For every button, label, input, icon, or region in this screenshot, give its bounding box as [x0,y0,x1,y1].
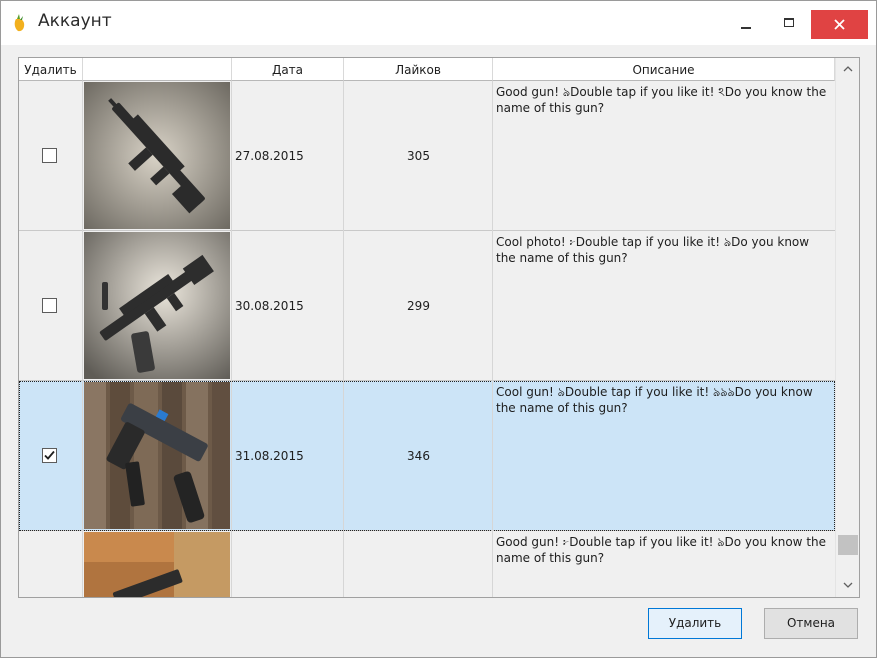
post-description: Cool gun! ঌDouble tap if you like it! ঌঌ… [496,385,813,415]
description-cell: Cool gun! ঌDouble tap if you like it! ঌঌ… [493,381,835,531]
post-likes: 346 [407,449,430,463]
minimize-icon [741,27,751,29]
post-date: 27.08.2015 [235,149,304,163]
post-description: Good gun! ঌDouble tap if you like it! ঽD… [496,85,827,115]
table-row[interactable]: 31.08.2015 346 Cool gun! ঌDouble tap if … [19,381,835,531]
column-header-likes[interactable]: Лайков [344,58,493,81]
minimize-button[interactable] [731,10,761,39]
likes-cell: 305 [344,81,493,231]
scroll-track[interactable] [836,80,859,574]
close-button[interactable] [811,10,868,39]
image-cell [83,381,232,531]
rifle-on-concrete-photo [84,82,230,229]
table-row[interactable]: 27.08.2015 305 Good gun! ঌDouble tap if … [19,81,835,231]
column-header-date[interactable]: Дата [232,58,344,81]
delete-cell [19,381,83,531]
scroll-down-button[interactable] [836,576,859,596]
checkmark-icon [44,450,55,460]
date-cell [232,531,344,597]
maximize-button[interactable] [774,10,804,39]
delete-checkbox[interactable] [42,148,57,163]
post-description: Good gun! ፦Double tap if you like it! ঌD… [496,535,827,565]
delete-button[interactable]: Удалить [648,608,742,639]
scroll-up-button[interactable] [836,60,859,80]
window-title: Аккаунт [38,11,112,31]
pistol-on-leather-photo [84,532,230,597]
maximize-icon [784,18,794,27]
date-cell: 27.08.2015 [232,81,344,231]
app-icon [12,13,26,33]
delete-cell [19,531,83,597]
pistol-on-wood-photo [84,382,230,529]
image-cell [83,531,232,597]
post-likes: 299 [407,299,430,313]
delete-checkbox[interactable] [42,448,57,463]
post-description: Cool photo! ፦Double tap if you like it! … [496,235,810,265]
post-date: 30.08.2015 [235,299,304,313]
chevron-down-icon [843,582,853,588]
grid-header: Удалить Дата Лайков Описание [19,58,835,81]
likes-cell: 346 [344,381,493,531]
image-cell [83,231,232,381]
description-cell: Good gun! ፦Double tap if you like it! ঌD… [493,531,835,597]
vertical-scrollbar[interactable] [835,58,859,597]
likes-cell [344,531,493,597]
close-icon [834,19,845,30]
date-cell: 31.08.2015 [232,381,344,531]
delete-cell [19,231,83,381]
account-window: Аккаунт Удалить Дата Лайков Описание 27.… [0,0,877,658]
likes-cell: 299 [344,231,493,381]
date-cell: 30.08.2015 [232,231,344,381]
chevron-up-icon [843,66,853,72]
column-header-image[interactable] [83,58,232,81]
delete-checkbox[interactable] [42,298,57,313]
cancel-button[interactable]: Отмена [764,608,858,639]
title-bar[interactable]: Аккаунт [1,1,876,45]
posts-grid[interactable]: Удалить Дата Лайков Описание 27.08.2015 … [18,57,860,598]
grid-rows: 27.08.2015 305 Good gun! ঌDouble tap if … [19,81,835,597]
scroll-thumb[interactable] [838,535,858,555]
column-header-description[interactable]: Описание [493,58,835,81]
rifle-with-suppressor-photo [84,232,230,379]
post-date: 31.08.2015 [235,449,304,463]
image-cell [83,81,232,231]
table-row[interactable]: Good gun! ፦Double tap if you like it! ঌD… [19,531,835,597]
table-row[interactable]: 30.08.2015 299 Cool photo! ፦Double tap i… [19,231,835,381]
column-header-delete[interactable]: Удалить [19,58,83,81]
description-cell: Good gun! ঌDouble tap if you like it! ঽD… [493,81,835,231]
delete-cell [19,81,83,231]
description-cell: Cool photo! ፦Double tap if you like it! … [493,231,835,381]
post-likes: 305 [407,149,430,163]
